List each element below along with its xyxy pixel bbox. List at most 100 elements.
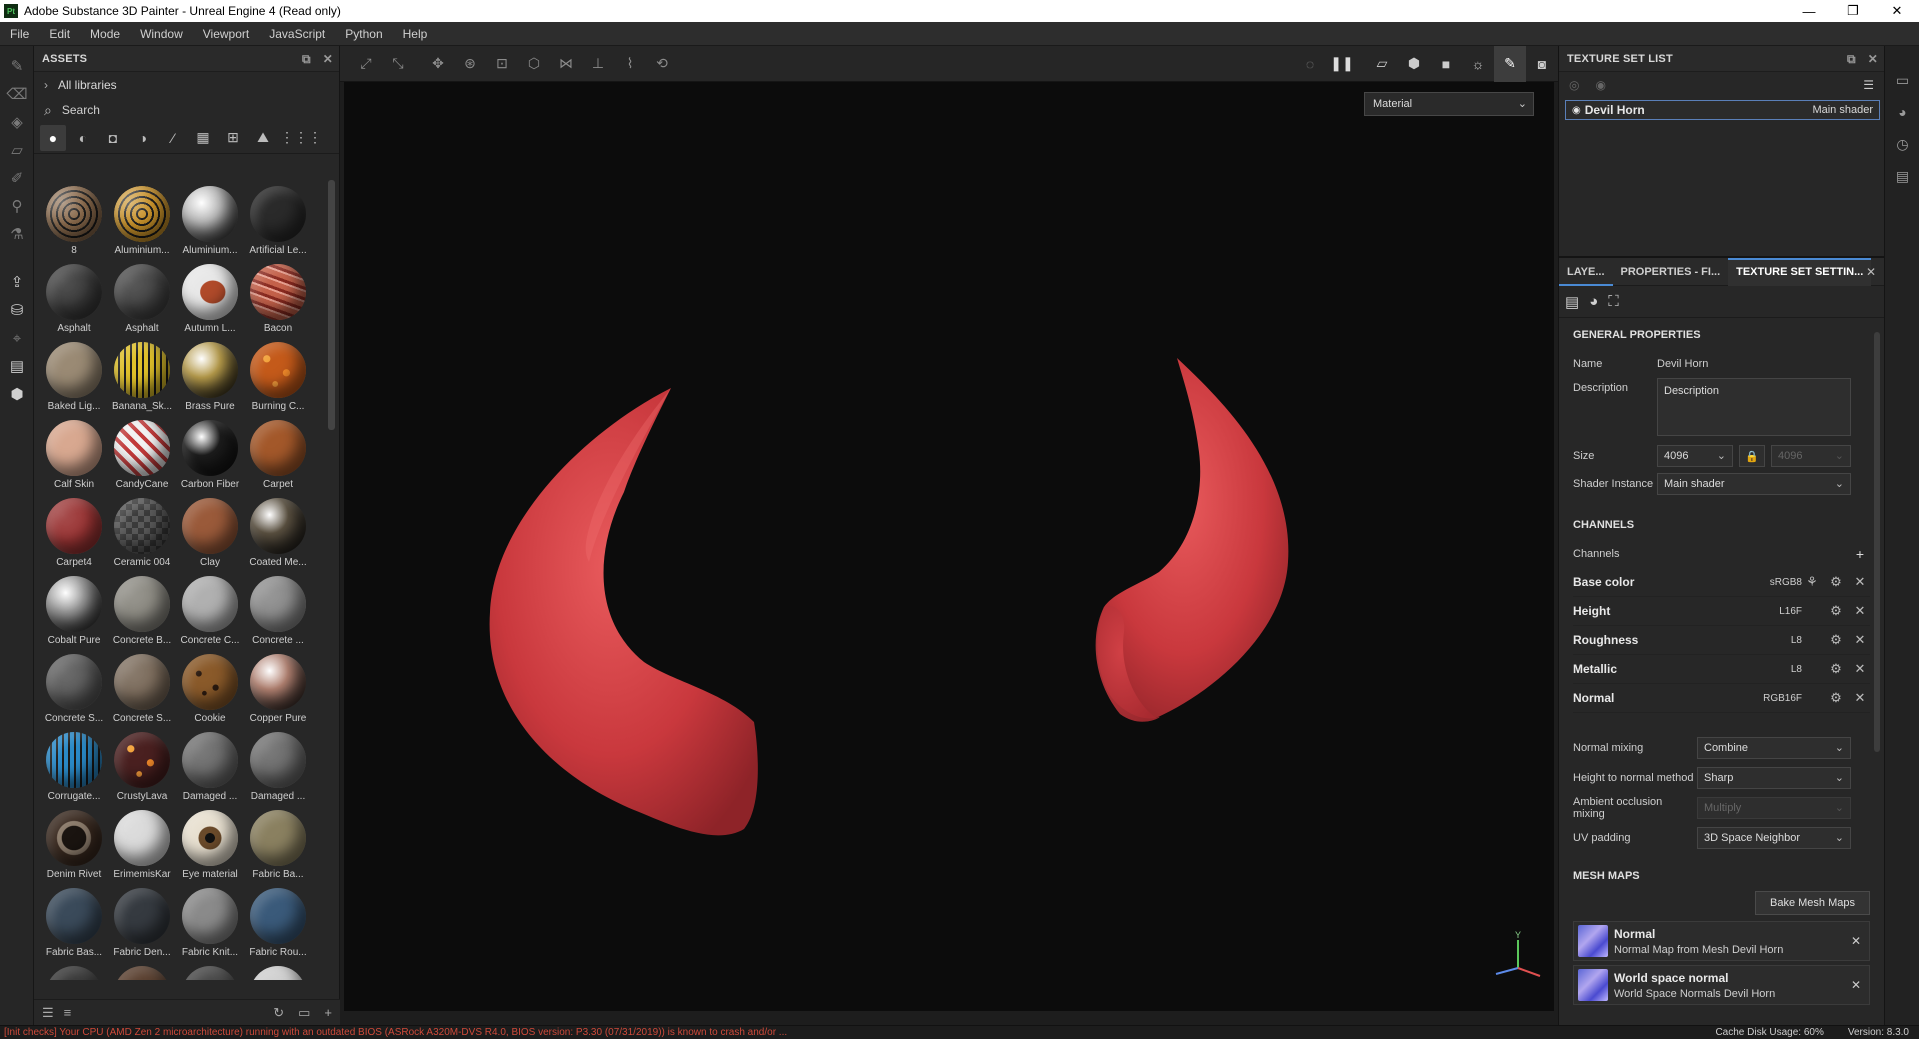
refresh-icon[interactable]: ↻ — [273, 1005, 284, 1021]
asset-item[interactable]: Fabric Bas... — [40, 882, 108, 960]
hide-icon[interactable]: ◌ — [1294, 46, 1326, 82]
asset-item[interactable]: Concrete ... — [244, 570, 312, 648]
filter-materials-icon[interactable]: ● — [40, 124, 66, 151]
asset-item[interactable]: Baked Lig... — [40, 336, 108, 414]
package-icon[interactable]: ⬢ — [0, 380, 34, 408]
screenshot-icon[interactable]: ◙ — [1526, 46, 1558, 82]
asset-item[interactable]: Carbon Fiber — [176, 414, 244, 492]
menu-icon[interactable]: ☰ — [1863, 78, 1874, 92]
snap-icon[interactable]: ⌇ — [614, 46, 646, 82]
view-mode-icon[interactable]: ⋮⋮⋮ — [280, 125, 322, 151]
channel-row[interactable]: Height L16F ⚙ ✕ — [1573, 597, 1870, 626]
filter-environments-icon[interactable]: ⛰ — [250, 125, 276, 151]
filter-brushes-icon[interactable]: ⁄ — [160, 125, 186, 151]
asset-item[interactable]: Carpet — [244, 414, 312, 492]
projection-icon[interactable]: ◈ — [0, 108, 34, 136]
tab-layers[interactable]: LAYE... — [1559, 258, 1613, 286]
document-icon[interactable]: ▤ — [0, 352, 34, 380]
search-input[interactable]: Search — [62, 103, 100, 117]
mesh-map-item[interactable]: Normal Normal Map from Mesh Devil Horn ✕ — [1573, 921, 1870, 961]
asset-item[interactable]: Banana_Sk... — [108, 336, 176, 414]
align-icon[interactable]: ⊥ — [582, 46, 614, 82]
filter-grid-icon[interactable]: ⊞ — [220, 125, 246, 151]
asset-item[interactable]: Fabric Knit... — [176, 882, 244, 960]
asset-item[interactable] — [40, 960, 108, 980]
asset-item[interactable]: Denim Rivet — [40, 804, 108, 882]
color-profile-icon[interactable]: ⚘ — [1802, 574, 1822, 590]
shader-select[interactable]: Main shader ⌄ — [1657, 473, 1851, 495]
tab-properties[interactable]: PROPERTIES - FI... — [1613, 258, 1729, 286]
tab-texture-set-settings[interactable]: TEXTURE SET SETTIN... — [1728, 257, 1872, 286]
export-icon[interactable]: ⇪ — [0, 268, 34, 296]
close-panel-icon[interactable]: ✕ — [1868, 52, 1878, 66]
list-view-icon[interactable]: ☰ — [42, 1005, 54, 1021]
viewport-3d[interactable]: Material ⌄ Y — [344, 82, 1554, 1011]
name-value[interactable]: Devil Horn — [1657, 358, 1708, 370]
remove-channel-icon[interactable]: ✕ — [1850, 603, 1870, 619]
gear-icon[interactable]: ⚙ — [1822, 690, 1850, 706]
asset-item[interactable]: Fabric Den... — [108, 882, 176, 960]
asset-item[interactable]: Clay — [176, 492, 244, 570]
channel-row[interactable]: Normal RGB16F ⚙ ✕ — [1573, 684, 1870, 713]
asset-item[interactable]: Copper Pure — [244, 648, 312, 726]
asset-item[interactable] — [244, 960, 312, 980]
smudge-icon[interactable]: ✐ — [0, 164, 34, 192]
add-icon[interactable]: + — [324, 1005, 332, 1021]
menu-file[interactable]: File — [0, 22, 39, 46]
library-selector[interactable]: › All libraries — [34, 72, 339, 98]
assets-search[interactable]: ⌕ Search — [34, 98, 339, 122]
asset-item[interactable]: Aluminium... — [108, 180, 176, 258]
asset-item[interactable]: ErimemisKar — [108, 804, 176, 882]
asset-item[interactable]: Artificial Le... — [244, 180, 312, 258]
asset-item[interactable]: Autumn L... — [176, 258, 244, 336]
size-select[interactable]: 4096 ⌄ — [1657, 445, 1733, 467]
asset-item[interactable]: Fabric Ba... — [244, 804, 312, 882]
paint-brush-icon[interactable]: ✎ — [0, 52, 34, 80]
lighting-icon[interactable]: ☼ — [1462, 46, 1494, 82]
height-to-normal-select[interactable]: Sharp ⌄ — [1697, 767, 1851, 789]
visibility-icon[interactable]: ◉ — [1595, 78, 1605, 92]
uv-transform-icon[interactable]: ⤡ — [382, 46, 414, 82]
asset-item[interactable]: Bacon — [244, 258, 312, 336]
color-picker-icon[interactable]: ⚗ — [0, 220, 34, 248]
eraser-icon[interactable]: ⌫ — [0, 80, 34, 108]
camera-icon[interactable]: ■ — [1430, 46, 1462, 82]
menu-edit[interactable]: Edit — [39, 22, 80, 46]
description-field[interactable]: Description — [1657, 378, 1851, 436]
measure-icon[interactable]: ⌖ — [0, 324, 34, 352]
asset-item[interactable]: Brass Pure — [176, 336, 244, 414]
asset-item[interactable] — [108, 960, 176, 980]
filter-list-icon[interactable]: ≡ — [64, 1005, 72, 1020]
assets-scrollbar[interactable] — [328, 180, 335, 430]
close-tab-icon[interactable]: ✕ — [1866, 265, 1876, 279]
asset-item[interactable]: 8 — [40, 180, 108, 258]
asset-item[interactable]: Asphalt — [108, 258, 176, 336]
move-icon[interactable]: ✥ — [422, 46, 454, 82]
undock-icon[interactable]: ⧉ — [302, 52, 311, 67]
add-channel-button[interactable]: + — [1856, 546, 1864, 562]
transform-icon[interactable]: ⤢ — [350, 46, 382, 82]
menu-python[interactable]: Python — [335, 22, 392, 46]
gear-icon[interactable]: ⚙ — [1822, 632, 1850, 648]
channel-row[interactable]: Base color sRGB8 ⚘ ⚙ ✕ — [1573, 568, 1870, 597]
menu-javascript[interactable]: JavaScript — [259, 22, 335, 46]
cube-icon[interactable]: ⬡ — [518, 46, 550, 82]
uv-icon[interactable]: ⛶ — [1608, 293, 1619, 310]
viewport-2d-icon[interactable]: ▱ — [1366, 46, 1398, 82]
channel-format[interactable]: L16F — [1762, 606, 1802, 617]
minimize-button[interactable]: — — [1787, 0, 1831, 22]
texture-set-item[interactable]: ◉ Devil Horn Main shader — [1565, 100, 1880, 120]
asset-item[interactable]: CandyCane — [108, 414, 176, 492]
asset-item[interactable]: Cookie — [176, 648, 244, 726]
filter-masks-icon[interactable]: ◘ — [100, 125, 126, 151]
asset-item[interactable]: Aluminium... — [176, 180, 244, 258]
undock-icon[interactable]: ⧉ — [1847, 52, 1856, 67]
rotate-icon[interactable]: ⊛ — [454, 46, 486, 82]
bake-mesh-maps-button[interactable]: Bake Mesh Maps — [1755, 891, 1870, 915]
asset-item[interactable]: Corrugate... — [40, 726, 108, 804]
viewport-3d-icon[interactable]: ⬢ — [1398, 46, 1430, 82]
filter-textures-icon[interactable]: ▦ — [190, 125, 216, 151]
asset-item[interactable]: Concrete B... — [108, 570, 176, 648]
asset-item[interactable]: Damaged ... — [176, 726, 244, 804]
asset-item[interactable]: Cobalt Pure — [40, 570, 108, 648]
